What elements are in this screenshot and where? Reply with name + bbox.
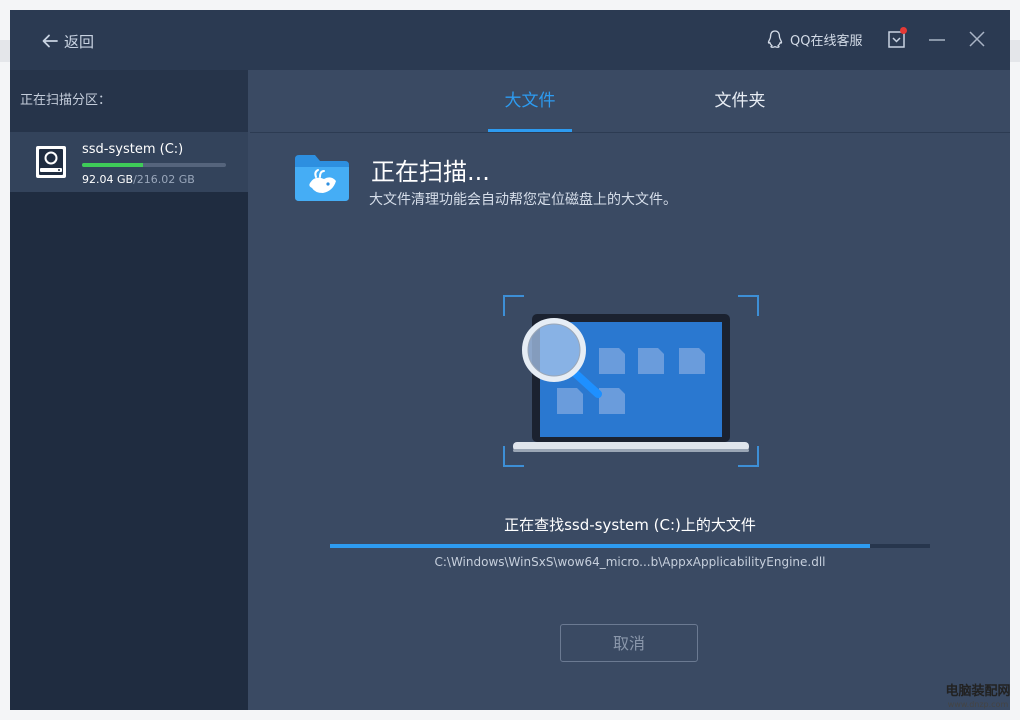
back-label: 返回 xyxy=(64,32,95,51)
main-panel: 大文件 文件夹 正在扫描... 大文件清理功能会自动帮您定位磁盘上的大文件。 正… xyxy=(250,70,1010,710)
partition-item[interactable]: ssd-system (C:) 92.04 GB/216.02 GB xyxy=(10,132,248,192)
close-icon[interactable] xyxy=(966,28,988,50)
qq-support-label: QQ在线客服 xyxy=(790,33,863,49)
tab-bar: 大文件 文件夹 xyxy=(250,70,1010,133)
whale-folder-icon xyxy=(295,155,349,201)
cancel-button[interactable]: 取消 xyxy=(560,624,698,662)
qq-support-button[interactable]: QQ在线客服 xyxy=(766,29,862,49)
watermark-main: 电脑装配网 xyxy=(945,684,1011,699)
watermark-sub: www.dnzp.com xyxy=(947,700,1009,709)
notification-dot xyxy=(900,27,907,34)
laptop-scan-illustration xyxy=(503,295,759,467)
sidebar-header: 正在扫描分区： xyxy=(10,70,248,132)
scan-progress-fill xyxy=(330,544,870,548)
sidebar: 正在扫描分区： ssd-system (C:) 92.04 GB/216.02 … xyxy=(10,70,248,710)
back-button[interactable]: 返回 xyxy=(40,30,94,52)
scan-title: 正在扫描... xyxy=(371,158,490,186)
app-window: 返回 QQ在线客服 正在扫描分区： ssd-system (C:) 92.04 … xyxy=(10,10,1010,710)
partition-usage-bar xyxy=(82,163,226,167)
scan-description: 大文件清理功能会自动帮您定位磁盘上的大文件。 xyxy=(369,192,677,208)
scan-status: 正在查找ssd-system (C:)上的大文件 xyxy=(504,516,756,534)
partition-size: 92.04 GB/216.02 GB xyxy=(82,173,195,186)
background-strip-right xyxy=(1010,40,1020,62)
partition-used: 92.04 GB xyxy=(82,173,134,186)
watermark: 电脑装配网 www.dnzp.com xyxy=(938,684,1018,710)
partition-name: ssd-system (C:) xyxy=(82,142,184,157)
tab-folders[interactable]: 文件夹 xyxy=(690,70,790,132)
title-bar: 返回 QQ在线客服 xyxy=(10,10,1010,70)
arrow-left-icon xyxy=(42,34,58,48)
scan-progress-bar xyxy=(330,544,930,548)
disk-drive-icon xyxy=(36,146,66,178)
minimize-icon[interactable] xyxy=(926,28,948,50)
current-file-path: C:\Windows\WinSxS\wow64_micro...b\AppxAp… xyxy=(434,555,826,569)
partition-total: /216.02 GB xyxy=(133,173,195,186)
partition-usage-fill xyxy=(82,163,144,167)
tab-large-files[interactable]: 大文件 xyxy=(488,70,572,132)
penguin-icon xyxy=(767,30,783,48)
background-strip-left xyxy=(0,40,10,62)
